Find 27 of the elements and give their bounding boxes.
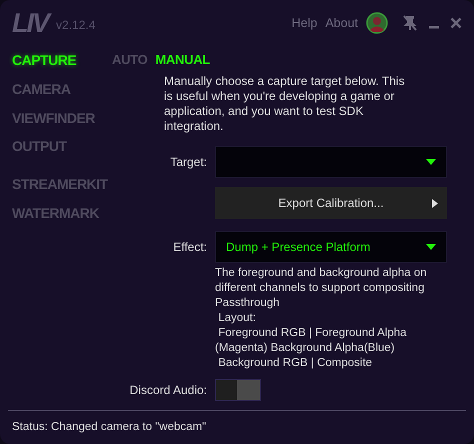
version-text: v2.12.4 xyxy=(56,17,96,34)
sidebar-item[interactable]: VIEWFINDER xyxy=(12,110,112,126)
sidebar-item[interactable]: OUTPUT xyxy=(12,138,112,156)
intro-text: Manually choose a capture target below. This is useful when you're developing a game or application, and you want to test SDK integration. xyxy=(164,74,406,134)
caret-down-icon xyxy=(426,158,436,164)
sidebar-item[interactable]: CAPTURE xyxy=(12,52,112,69)
header-link[interactable]: Help xyxy=(292,14,318,32)
sidebar-item[interactable]: CAMERA xyxy=(12,80,112,98)
close-icon[interactable] xyxy=(450,17,462,29)
dropdown[interactable]: Dump + Presence Platform xyxy=(215,230,447,262)
description-text: The foreground and background alpha on different channels to support compositing Passthrough Layout: Foreground RGB | Foreground Alpha (Magenta) Background Alpha(Blue) Background RGB | Composite xyxy=(215,266,428,370)
caret-down-icon xyxy=(426,244,436,250)
avatar-icon[interactable] xyxy=(366,12,388,34)
field-label: Discord Audio: xyxy=(128,382,207,398)
pin-off-icon[interactable] xyxy=(402,15,418,31)
sidebar-item[interactable]: WATERMARK xyxy=(12,204,112,222)
status-text: Status: Changed camera to "webcam" xyxy=(8,410,466,444)
tab[interactable]: AUTO xyxy=(112,50,148,70)
field-label: Target: xyxy=(169,154,207,170)
sidebar-item[interactable]: STREAMERKIT xyxy=(12,176,112,193)
caret-right-icon xyxy=(432,198,438,208)
toggle-switch[interactable] xyxy=(215,378,261,400)
logo: LIV xyxy=(12,10,48,36)
header-link[interactable]: About xyxy=(325,14,358,32)
export-button[interactable]: Export Calibration... xyxy=(215,186,447,218)
tab[interactable]: MANUAL xyxy=(155,50,210,70)
field-label: Effect: xyxy=(172,238,207,256)
